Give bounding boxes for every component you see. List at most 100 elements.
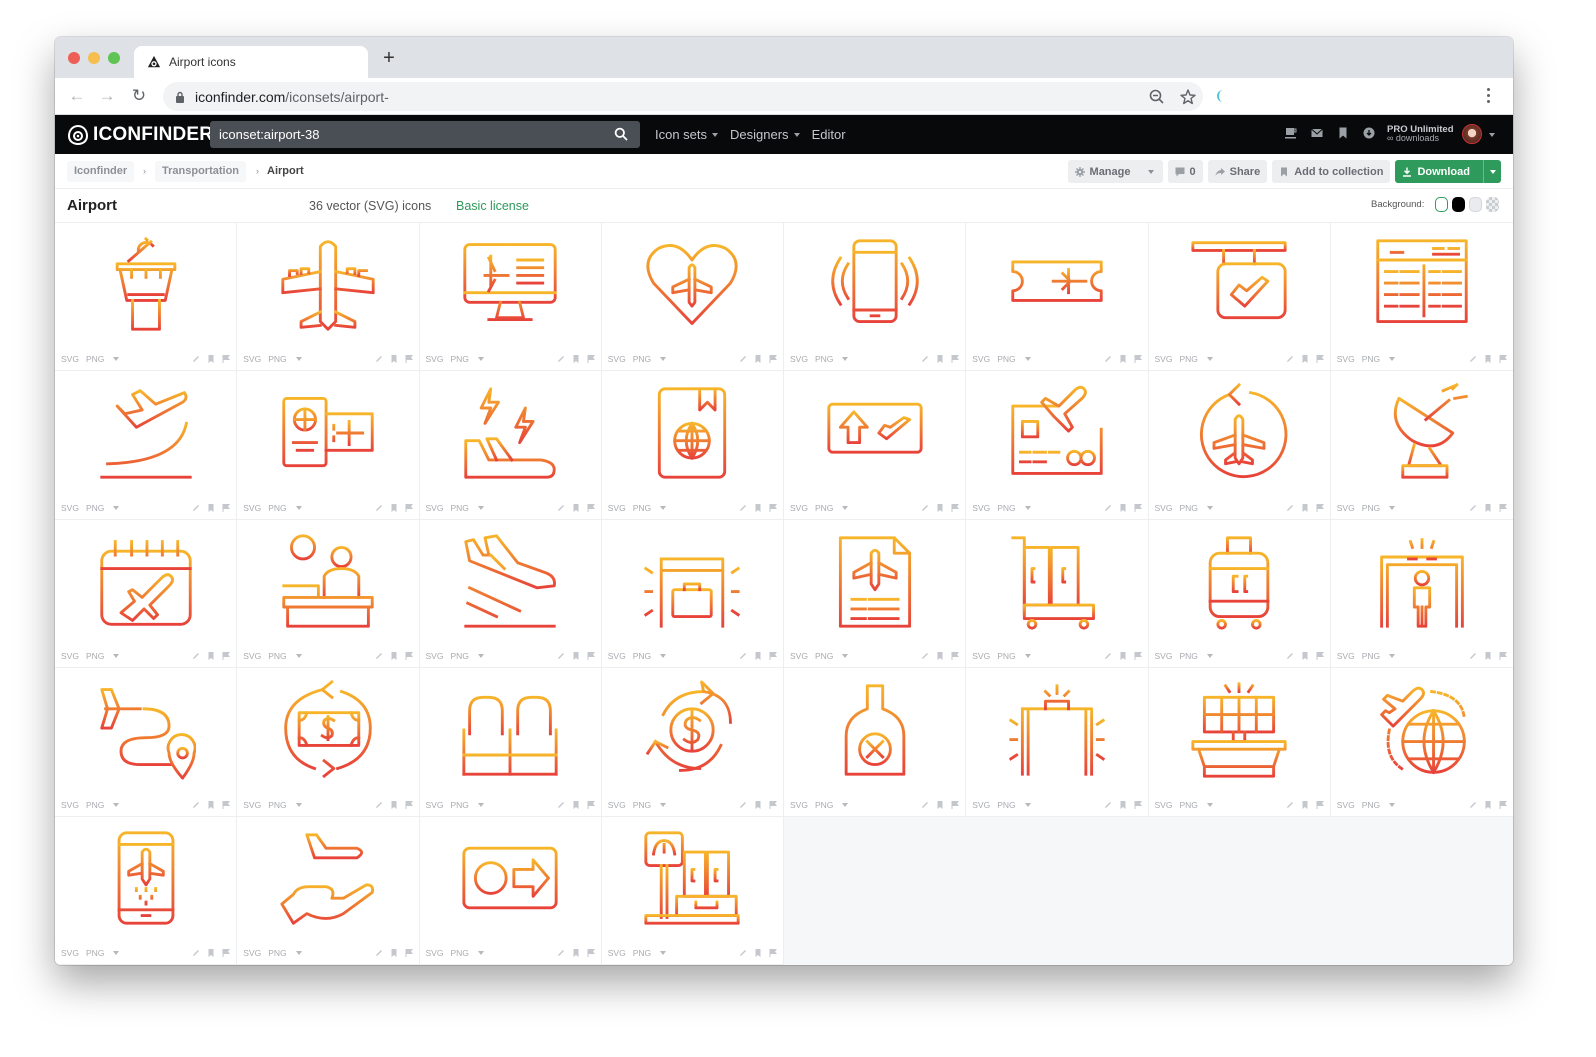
flight-route-icon[interactable] bbox=[96, 680, 197, 780]
download-png-link[interactable]: PNG bbox=[86, 503, 104, 513]
report-flag-icon[interactable] bbox=[222, 503, 231, 512]
coffee-icon[interactable] bbox=[1285, 127, 1297, 139]
format-dropdown-caret-icon[interactable] bbox=[1206, 654, 1213, 659]
edit-pencil-icon[interactable] bbox=[192, 652, 200, 660]
report-flag-icon[interactable] bbox=[1499, 503, 1507, 512]
icon-card[interactable]: SVG PNG bbox=[601, 371, 784, 520]
report-flag-icon[interactable] bbox=[769, 652, 777, 661]
edit-pencil-icon[interactable] bbox=[921, 504, 929, 512]
report-flag-icon[interactable] bbox=[1499, 800, 1507, 809]
download-png-link[interactable]: PNG bbox=[268, 800, 286, 810]
bookmark-icon[interactable] bbox=[1484, 800, 1492, 809]
icon-card[interactable]: SVG PNG bbox=[55, 816, 238, 965]
report-flag-icon[interactable] bbox=[222, 652, 231, 661]
departure-sign-icon[interactable] bbox=[1189, 235, 1289, 335]
edit-pencil-icon[interactable] bbox=[1469, 355, 1477, 363]
report-flag-icon[interactable] bbox=[951, 503, 960, 512]
download-png-link[interactable]: PNG bbox=[997, 503, 1015, 513]
format-dropdown-caret-icon[interactable] bbox=[113, 505, 120, 510]
download-svg-link[interactable]: SVG bbox=[61, 800, 79, 810]
format-dropdown-caret-icon[interactable] bbox=[1389, 357, 1396, 362]
download-png-link[interactable]: PNG bbox=[1179, 354, 1197, 364]
edit-pencil-icon[interactable] bbox=[1286, 504, 1294, 512]
report-flag-icon[interactable] bbox=[405, 355, 413, 364]
icon-card[interactable]: SVG PNG bbox=[1148, 519, 1331, 669]
download-png-link[interactable]: PNG bbox=[633, 354, 651, 364]
suitcase-icon[interactable] bbox=[1189, 532, 1289, 632]
bookmark-icon[interactable] bbox=[1119, 800, 1127, 809]
format-dropdown-caret-icon[interactable] bbox=[295, 357, 302, 362]
format-dropdown-caret-icon[interactable] bbox=[842, 505, 849, 510]
icon-card[interactable]: SVG PNG bbox=[419, 668, 602, 817]
edit-pencil-icon[interactable] bbox=[739, 949, 747, 957]
icon-card[interactable]: SVG PNG bbox=[1148, 668, 1331, 817]
download-png-link[interactable]: PNG bbox=[86, 651, 104, 661]
bookmark-icon[interactable] bbox=[1484, 355, 1492, 364]
icon-card[interactable]: SVG PNG bbox=[1330, 223, 1513, 372]
format-dropdown-caret-icon[interactable] bbox=[1024, 505, 1031, 510]
edit-pencil-icon[interactable] bbox=[557, 504, 565, 512]
edit-pencil-icon[interactable] bbox=[557, 355, 565, 363]
icon-card[interactable]: SVG PNG bbox=[55, 371, 238, 520]
iconfinder-logo[interactable]: ICONFINDER bbox=[67, 124, 213, 146]
icon-card[interactable]: SVG PNG bbox=[237, 371, 420, 520]
icon-card[interactable]: SVG PNG bbox=[1330, 371, 1513, 520]
format-dropdown-caret-icon[interactable] bbox=[842, 357, 849, 362]
download-png-link[interactable]: PNG bbox=[1179, 651, 1197, 661]
format-dropdown-caret-icon[interactable] bbox=[477, 950, 484, 955]
bookmark-icon[interactable] bbox=[390, 948, 398, 957]
comments-button[interactable]: 0 bbox=[1167, 160, 1203, 183]
account-plan[interactable]: PRO Unlimited ∞ downloads bbox=[1387, 125, 1454, 143]
solar-panel-icon[interactable] bbox=[1189, 680, 1289, 780]
airplane-icon[interactable] bbox=[278, 235, 378, 335]
download-svg-link[interactable]: SVG bbox=[608, 800, 626, 810]
format-dropdown-caret-icon[interactable] bbox=[295, 654, 302, 659]
download-svg-link[interactable]: SVG bbox=[61, 948, 79, 958]
download-svg-link[interactable]: SVG bbox=[61, 354, 79, 364]
icon-card[interactable]: SVG PNG bbox=[601, 668, 784, 817]
download-png-link[interactable]: PNG bbox=[86, 800, 104, 810]
bookmark-icon[interactable] bbox=[390, 503, 398, 512]
edit-pencil-icon[interactable] bbox=[375, 949, 383, 957]
download-svg-link[interactable]: SVG bbox=[243, 800, 261, 810]
report-flag-icon[interactable] bbox=[1134, 355, 1142, 364]
report-flag-icon[interactable] bbox=[769, 503, 777, 512]
bookmark-icon[interactable] bbox=[1119, 652, 1127, 661]
return-flight-icon[interactable] bbox=[1189, 383, 1289, 483]
boarding-ticket-icon[interactable] bbox=[1007, 235, 1107, 335]
heart-airplane-icon[interactable] bbox=[642, 235, 742, 335]
storm-flight-icon[interactable] bbox=[460, 383, 560, 483]
manage-button[interactable]: Manage bbox=[1067, 160, 1163, 183]
download-svg-link[interactable]: SVG bbox=[972, 503, 990, 513]
download-svg-link[interactable]: SVG bbox=[608, 354, 626, 364]
download-png-link[interactable]: PNG bbox=[450, 354, 468, 364]
currency-exchange-icon[interactable] bbox=[642, 680, 742, 780]
mobile-boarding-icon[interactable] bbox=[96, 829, 196, 929]
edit-pencil-icon[interactable] bbox=[921, 801, 929, 809]
license-link[interactable]: Basic license bbox=[456, 199, 529, 213]
icon-card[interactable]: SVG PNG bbox=[966, 519, 1149, 669]
new-tab-button[interactable]: + bbox=[380, 48, 398, 68]
download-svg-link[interactable]: SVG bbox=[1337, 651, 1355, 661]
bookmark-icon[interactable] bbox=[207, 503, 215, 512]
icon-card[interactable]: SVG PNG bbox=[55, 668, 238, 817]
bookmark-icon[interactable] bbox=[1301, 503, 1309, 512]
report-flag-icon[interactable] bbox=[769, 355, 777, 364]
edit-pencil-icon[interactable] bbox=[921, 355, 929, 363]
format-dropdown-caret-icon[interactable] bbox=[1389, 505, 1396, 510]
format-dropdown-caret-icon[interactable] bbox=[1389, 802, 1396, 807]
icon-card[interactable]: SVG PNG bbox=[784, 668, 967, 817]
edit-pencil-icon[interactable] bbox=[1469, 652, 1477, 660]
edit-pencil-icon[interactable] bbox=[921, 652, 929, 660]
download-svg-link[interactable]: SVG bbox=[61, 651, 79, 661]
icon-card[interactable]: SVG PNG bbox=[1330, 668, 1513, 817]
edit-pencil-icon[interactable] bbox=[739, 801, 747, 809]
bookmark-icon[interactable] bbox=[207, 948, 215, 957]
icon-card[interactable]: SVG PNG bbox=[966, 668, 1149, 817]
address-bar[interactable]: iconfinder.com/iconsets/airport- bbox=[163, 82, 1203, 111]
icon-card[interactable]: SVG PNG bbox=[784, 223, 967, 372]
bookmark-icon[interactable] bbox=[1337, 127, 1349, 139]
format-dropdown-caret-icon[interactable] bbox=[477, 357, 484, 362]
nav-editor[interactable]: Editor bbox=[812, 127, 846, 142]
download-png-link[interactable]: PNG bbox=[815, 651, 833, 661]
